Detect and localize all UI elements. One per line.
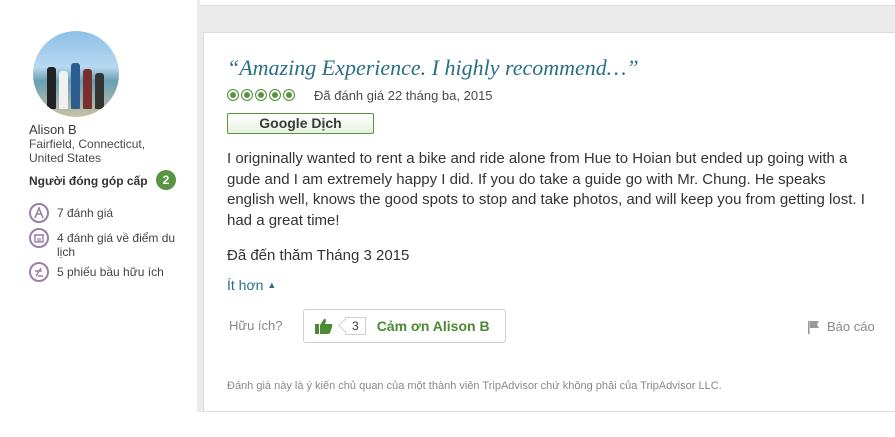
rating-bubble-icon <box>255 89 267 101</box>
rating-bubble-icon <box>283 89 295 101</box>
previous-card-edge <box>200 0 895 6</box>
review-body: I origninally wanted to rent a bike and … <box>227 150 865 229</box>
reviewer-name[interactable]: Alison B <box>29 122 77 137</box>
caret-up-icon: ▲ <box>267 280 277 290</box>
flag-icon <box>808 320 819 334</box>
stat-reviews[interactable]: 7 đánh giá <box>29 203 187 223</box>
rating-bubble-icon <box>241 89 253 101</box>
thumbs-up-icon <box>315 318 333 334</box>
stat-attraction-reviews[interactable]: 4 đánh giá về điểm du lịch <box>29 228 187 259</box>
attraction-icon <box>29 228 49 248</box>
report-link[interactable]: Báo cáo <box>807 319 875 334</box>
review-title[interactable]: “Amazing Experience. I highly recommend…… <box>227 55 639 81</box>
helpful-question: Hữu ích? <box>229 318 283 333</box>
show-less-label: Ít hơn <box>227 277 264 293</box>
rating-bubble-icon <box>269 89 281 101</box>
thanks-label: Cảm ơn Alison B <box>376 318 490 334</box>
visit-date: Đã đến thăm Tháng 3 2015 <box>227 247 410 264</box>
rating-bubble-icon <box>227 89 239 101</box>
review-pen-icon <box>29 203 49 223</box>
review-date: Đã đánh giá 22 tháng ba, 2015 <box>314 88 493 103</box>
contributor-level-label: Người đóng góp cấp <box>29 174 148 188</box>
stat-helpful-votes[interactable]: 5 phiếu bầu hữu ích <box>29 262 187 282</box>
show-less-link[interactable]: Ít hơn ▲ <box>227 277 276 293</box>
page-background-bottom <box>0 412 895 437</box>
bubble-rating <box>227 89 297 101</box>
stat-helpful-votes-text: 5 phiếu bầu hữu ích <box>57 265 164 279</box>
thanks-count: 3 <box>345 317 366 335</box>
contributor-level-badge: 2 <box>156 170 176 190</box>
stat-attraction-reviews-text: 4 đánh giá về điểm du lịch <box>57 231 176 259</box>
stat-reviews-text: 7 đánh giá <box>57 206 114 220</box>
thank-reviewer-button[interactable]: 3 Cảm ơn Alison B <box>303 309 506 343</box>
helpful-vote-icon <box>29 262 49 282</box>
reviewer-location: Fairfield, Connecticut, United States <box>29 137 146 165</box>
report-label: Báo cáo <box>827 319 875 334</box>
review-disclaimer: Đánh giá này là ý kiến chủ quan của một … <box>227 380 722 392</box>
google-translate-button[interactable]: Google Dịch <box>227 113 374 134</box>
avatar[interactable] <box>33 31 119 117</box>
